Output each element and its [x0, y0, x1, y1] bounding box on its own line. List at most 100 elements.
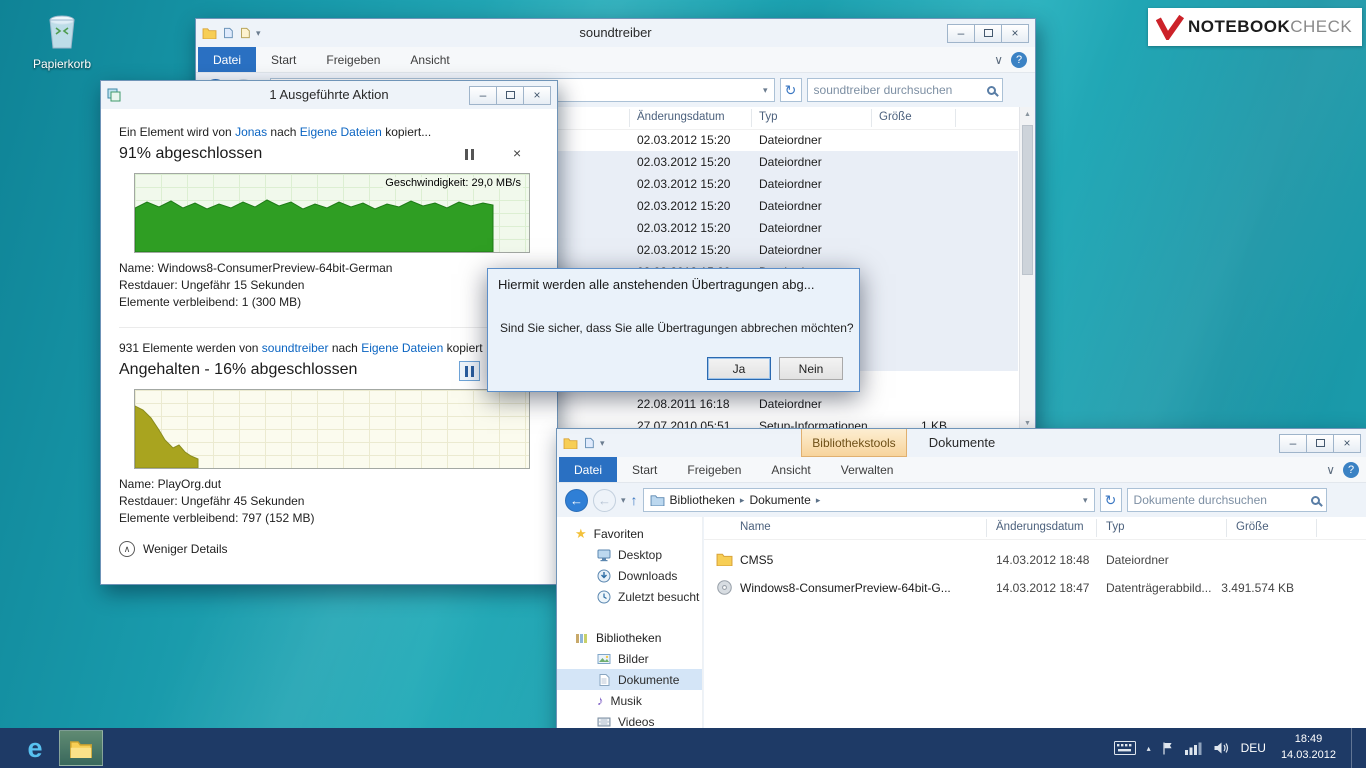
less-details-toggle[interactable]: ∧ Weniger Details	[119, 541, 227, 557]
touch-keyboard-icon[interactable]	[1114, 741, 1136, 755]
close-button[interactable]: ×	[1001, 24, 1029, 43]
show-hidden-icons-icon[interactable]: ▴	[1147, 744, 1151, 753]
breadcrumb-bibliotheken[interactable]: Bibliotheken	[670, 493, 735, 507]
sidebar-item-desktop[interactable]: Desktop	[557, 544, 702, 565]
copy-titlebar[interactable]: 1 Ausgeführte Aktion – ×	[101, 81, 557, 109]
vertical-scrollbar[interactable]: ▲ ▼	[1019, 107, 1034, 431]
job1-time-remaining: Restdauer: Ungefähr 15 Sekunden	[119, 278, 304, 292]
yes-button[interactable]: Ja	[707, 357, 771, 380]
taskbar-ie-button[interactable]: e	[12, 728, 58, 768]
library-tools-tab[interactable]: Bibliothekstools	[801, 429, 907, 457]
scroll-up-icon[interactable]: ▲	[1020, 107, 1034, 122]
sidebar-group-bibliotheken[interactable]: Bibliotheken	[557, 627, 702, 648]
speaker-icon[interactable]	[1213, 741, 1230, 755]
forward-button[interactable]: ←	[593, 489, 616, 512]
recycle-bin[interactable]: Papierkorb	[22, 8, 102, 71]
source-link[interactable]: soundtreiber	[262, 341, 329, 355]
tab-ansicht[interactable]: Ansicht	[756, 457, 825, 482]
history-dropdown-icon[interactable]: ▾	[621, 495, 626, 506]
tab-start[interactable]: Start	[256, 47, 311, 72]
clock-time: 18:49	[1281, 732, 1336, 748]
dokumente-titlebar[interactable]: ▾ Bibliothekstools Dokumente – ×	[557, 429, 1366, 457]
help-icon[interactable]: ?	[1011, 52, 1027, 68]
sidebar-group-favoriten[interactable]: ★ Favoriten	[557, 523, 702, 544]
sidebar-item-dokumente[interactable]: Dokumente	[557, 669, 702, 690]
disc-image-icon	[717, 580, 732, 595]
clock-icon	[597, 590, 611, 604]
no-button[interactable]: Nein	[779, 357, 843, 380]
cancel-transfer-button[interactable]: ×	[513, 145, 521, 161]
breadcrumb-chevron-icon[interactable]: ▸	[740, 495, 745, 506]
clock[interactable]: 18:49 14.03.2012	[1277, 732, 1340, 764]
refresh-button[interactable]: ↻	[780, 78, 802, 102]
language-indicator[interactable]: DEU	[1241, 741, 1266, 755]
new-folder-icon[interactable]	[222, 27, 234, 39]
address-box[interactable]: Bibliotheken ▸ Dokumente ▸ ▾	[643, 488, 1095, 512]
new-folder-icon[interactable]	[583, 437, 595, 449]
job2-progress-text: Angehalten - 16% abgeschlossen	[119, 361, 357, 379]
breadcrumb-chevron-icon[interactable]: ▸	[816, 495, 821, 506]
file-row-windows8-iso[interactable]: Windows8-ConsumerPreview-64bit-G... 14.0…	[704, 575, 1350, 601]
scrollbar-thumb[interactable]	[1022, 125, 1033, 275]
expand-ribbon-icon[interactable]: ∨	[1326, 463, 1335, 477]
search-input[interactable]	[814, 83, 982, 97]
minimize-button[interactable]: –	[947, 24, 975, 43]
refresh-button[interactable]: ↻	[1100, 488, 1122, 512]
close-button[interactable]: ×	[523, 86, 551, 105]
tab-start[interactable]: Start	[617, 457, 672, 482]
folder-icon[interactable]	[563, 437, 578, 449]
column-header-date[interactable]: Änderungsdatum	[996, 521, 1084, 533]
qat-dropdown-icon[interactable]: ▾	[600, 438, 605, 449]
address-dropdown-icon[interactable]: ▾	[1083, 495, 1088, 506]
tab-verwalten[interactable]: Verwalten	[826, 457, 909, 482]
sidebar-item-bilder[interactable]: Bilder	[557, 648, 702, 669]
help-icon[interactable]: ?	[1343, 462, 1359, 478]
tab-freigeben[interactable]: Freigeben	[672, 457, 756, 482]
sidebar-item-downloads[interactable]: Downloads	[557, 565, 702, 586]
target-link[interactable]: Eigene Dateien	[361, 341, 443, 355]
maximize-button[interactable]	[496, 86, 524, 105]
qat-dropdown-icon[interactable]: ▾	[256, 28, 261, 39]
pause-button[interactable]	[465, 149, 474, 160]
search-input[interactable]	[1134, 493, 1306, 507]
back-button[interactable]: ←	[565, 489, 588, 512]
column-header-name[interactable]: Name	[740, 521, 771, 533]
job2-file-name: Name: PlayOrg.dut	[119, 477, 221, 491]
minimize-button[interactable]: –	[1279, 434, 1307, 453]
taskbar-explorer-button[interactable]	[59, 730, 103, 766]
network-signal-icon[interactable]	[1185, 741, 1202, 755]
resume-button[interactable]	[459, 361, 480, 381]
column-header-size[interactable]: Größe	[1236, 521, 1269, 533]
tab-datei[interactable]: Datei	[198, 47, 256, 72]
tab-freigeben[interactable]: Freigeben	[311, 47, 395, 72]
file-row-cms5[interactable]: CMS5 14.03.2012 18:48 Dateiordner	[704, 547, 1350, 573]
tab-ansicht[interactable]: Ansicht	[395, 47, 464, 72]
recycle-bin-label: Papierkorb	[22, 57, 102, 71]
column-header-type[interactable]: Typ	[1106, 521, 1125, 533]
close-button[interactable]: ×	[1333, 434, 1361, 453]
target-link[interactable]: Eigene Dateien	[300, 125, 382, 139]
action-center-flag-icon[interactable]	[1162, 741, 1174, 756]
minimize-button[interactable]: –	[469, 86, 497, 105]
sidebar-item-musik[interactable]: ♪ Musik	[557, 690, 702, 711]
properties-icon[interactable]	[239, 27, 251, 39]
search-icon[interactable]	[1311, 496, 1320, 505]
dialog-title: Hiermit werden alle anstehenden Übertrag…	[498, 277, 815, 292]
sidebar-item-zuletzt-besucht[interactable]: Zuletzt besucht	[557, 586, 702, 607]
column-header-type[interactable]: Typ	[759, 111, 778, 123]
folder-icon[interactable]	[202, 27, 217, 39]
show-desktop-button[interactable]	[1351, 728, 1358, 768]
breadcrumb-dokumente[interactable]: Dokumente	[749, 493, 810, 507]
column-header-size[interactable]: Größe	[879, 111, 912, 123]
maximize-button[interactable]	[1306, 434, 1334, 453]
address-dropdown-icon[interactable]: ▾	[763, 85, 768, 96]
source-link[interactable]: Jonas	[235, 125, 267, 139]
soundtreiber-titlebar[interactable]: ▾ soundtreiber – ×	[196, 19, 1035, 47]
column-header-date[interactable]: Änderungsdatum	[637, 111, 725, 123]
job1-progress-text: 91% abgeschlossen	[119, 145, 262, 163]
up-button[interactable]: ↑	[631, 492, 638, 508]
maximize-button[interactable]	[974, 24, 1002, 43]
search-icon[interactable]	[987, 86, 996, 95]
expand-ribbon-icon[interactable]: ∨	[994, 53, 1003, 67]
tab-datei[interactable]: Datei	[559, 457, 617, 482]
